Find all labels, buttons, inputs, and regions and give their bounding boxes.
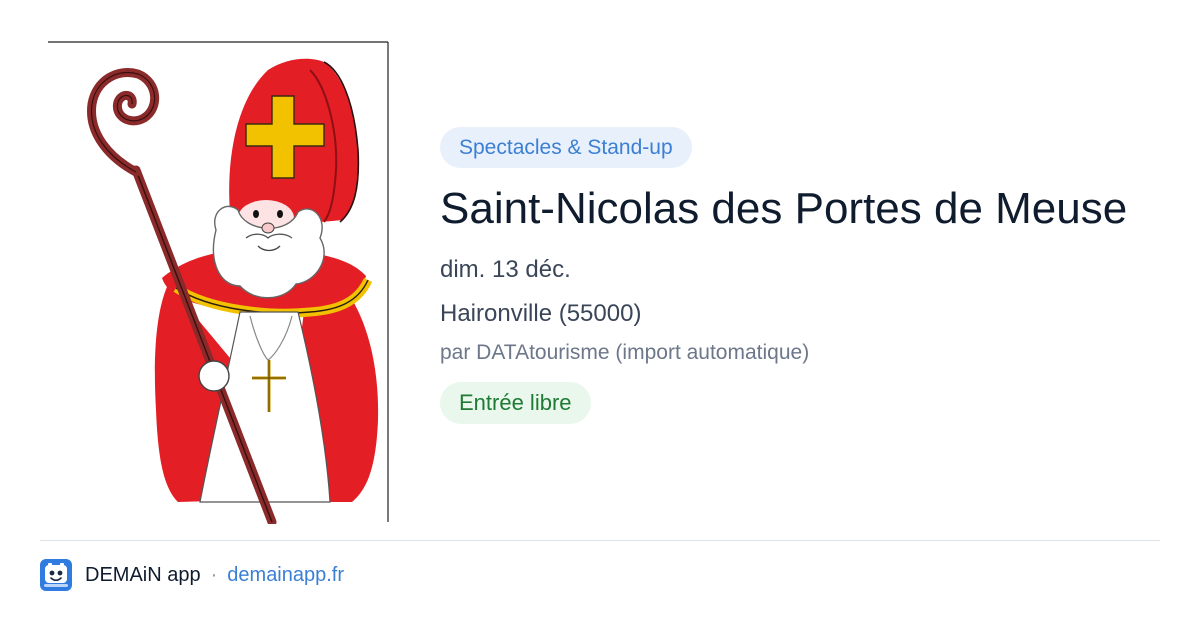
demain-app-logo-icon	[40, 559, 72, 591]
footer-site-link[interactable]: demainapp.fr	[227, 564, 344, 587]
price-badge: Entrée libre	[440, 382, 591, 424]
event-info: Spectacles & Stand-up Saint-Nicolas des …	[440, 127, 1170, 424]
event-image	[40, 40, 390, 524]
event-location: Haironville (55000)	[440, 300, 642, 327]
event-source: par DATAtourisme (import automatique)	[440, 341, 810, 364]
footer: DEMAiN app · demainapp.fr	[40, 558, 344, 592]
category-badge[interactable]: Spectacles & Stand-up	[440, 127, 692, 168]
footer-divider	[40, 540, 1160, 541]
event-title: Saint-Nicolas des Portes de Meuse	[440, 184, 1128, 233]
event-date: dim. 13 déc.	[440, 256, 571, 283]
footer-app-name: DEMAiN app	[85, 563, 201, 586]
footer-separator: ·	[210, 563, 218, 586]
event-card: Spectacles & Stand-up Saint-Nicolas des …	[0, 0, 1200, 630]
